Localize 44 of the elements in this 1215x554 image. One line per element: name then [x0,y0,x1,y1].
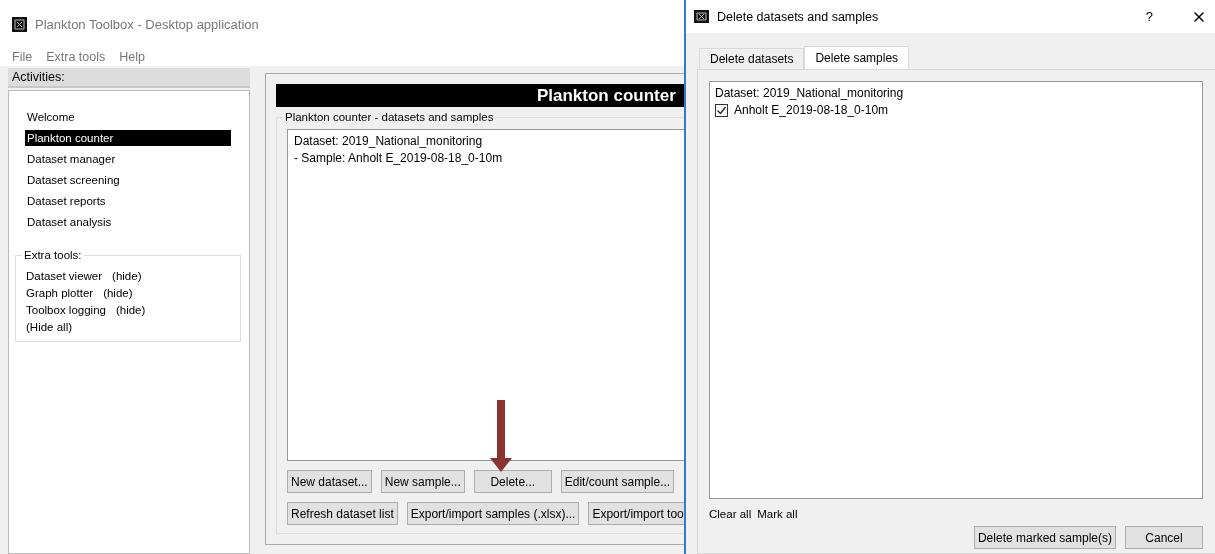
activity-item[interactable]: Dataset reports [25,193,231,209]
action-button[interactable]: New sample... [380,470,465,493]
dialog-button[interactable]: Delete marked sample(s) [973,526,1116,549]
dataset-label: Dataset: 2019_National_monitoring [715,86,905,100]
group-title: Extra tools: [23,249,83,261]
tool-link[interactable]: Dataset viewer [26,270,103,282]
help-button[interactable]: ? [1145,9,1153,24]
activity-item[interactable]: Dataset screening [25,172,231,188]
sample-label: Anholt E_2019-08-18_0-10m [734,103,889,117]
action-button[interactable]: Edit/count sample... [560,470,675,493]
menu-item[interactable]: Extra tools [46,50,106,64]
selection-link[interactable]: Clear all [709,508,752,520]
hide-link[interactable]: (hide) [103,287,133,299]
activity-item[interactable]: Welcome [25,109,231,125]
action-button[interactable]: Export/import too [588,502,684,525]
menu-item[interactable]: Help [119,50,145,64]
app-logo-icon [694,10,709,23]
activity-item[interactable]: Plankton counter [25,130,231,146]
menu-item[interactable]: File [12,50,33,64]
panel-header: Plankton counter [276,84,684,107]
action-button[interactable]: Delete... [473,470,552,493]
selection-link[interactable]: Mark all [757,508,798,520]
dialog-button[interactable]: Cancel [1125,526,1203,549]
hide-link[interactable]: (hide) [115,304,146,316]
tool-link[interactable]: Toolbox logging [26,304,106,316]
arrow-drawing [490,400,512,472]
activity-item[interactable]: Dataset manager [25,151,231,167]
action-button[interactable]: Export/import samples (.xlsx)... [406,502,580,525]
app-logo-icon [12,16,27,32]
activities-header: Activities: [8,68,250,88]
action-button[interactable]: New dataset... [287,470,372,493]
tab[interactable]: Delete samples [804,46,910,69]
tool-link[interactable]: Graph plotter [26,287,94,299]
checkbox[interactable] [715,103,728,117]
list-item[interactable]: - Sample: Anholt E_2019-08-18_0-10m [294,151,682,165]
activity-item[interactable]: Dataset analysis [25,214,231,230]
action-button[interactable]: Refresh dataset list [287,502,398,525]
dialog-title: Delete datasets and samples [717,9,880,24]
hide-all-link[interactable]: (Hide all) [26,321,72,333]
tab[interactable]: Delete datasets [699,48,805,69]
list-item[interactable]: Dataset: 2019_National_monitoring [294,134,682,148]
group-title: Plankton counter - datasets and samples [284,111,495,123]
window-title: Plankton Toolbox - Desktop application [35,16,259,32]
hide-link[interactable]: (hide) [112,270,142,282]
